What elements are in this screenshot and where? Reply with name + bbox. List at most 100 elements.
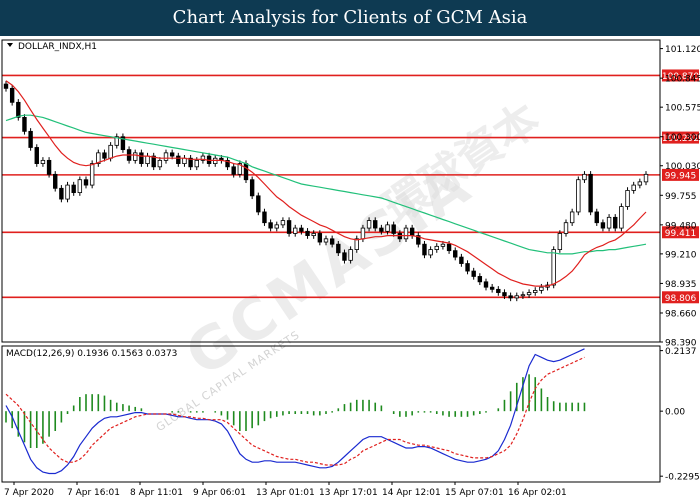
candle-body — [299, 227, 304, 232]
candle-body — [520, 294, 526, 297]
candle-body — [311, 233, 316, 237]
candle-body — [631, 184, 636, 191]
candle-body — [637, 181, 643, 186]
chart-area: GCMASIA環球資本GLOBAL CAPITAL MARKETS 100.87… — [1, 39, 700, 498]
candle-body — [53, 173, 58, 189]
candle-body — [9, 87, 15, 103]
level-label: 99.945 — [665, 171, 697, 181]
candle-body — [576, 179, 581, 213]
candle-body — [563, 222, 569, 234]
candle-body — [348, 249, 353, 261]
candle-body — [502, 292, 507, 297]
x-tick-label: 13 Apr 01:01 — [256, 488, 315, 498]
candle-body — [249, 179, 255, 197]
level-label: 98.806 — [665, 294, 697, 304]
candle-body — [71, 184, 76, 194]
y-tick-label: 99.480 — [665, 221, 697, 231]
candle-body — [526, 292, 532, 296]
x-tick-label: 13 Apr 17:01 — [319, 488, 378, 498]
candle-body — [65, 184, 70, 200]
candle-body — [89, 163, 95, 186]
candle-body — [329, 238, 335, 245]
macd-y-tick-label: -0.2295 — [665, 473, 700, 483]
y-tick-label: 100.030 — [665, 162, 700, 172]
candle-body — [169, 152, 175, 157]
candle-body — [465, 263, 470, 272]
candle-body — [133, 152, 138, 161]
candle-body — [256, 195, 261, 213]
dropdown-triangle-icon — [7, 43, 13, 47]
candle-body — [582, 173, 587, 181]
candle-body — [163, 152, 169, 161]
candle-body — [83, 179, 89, 186]
candle-body — [108, 144, 113, 159]
candle-body — [34, 147, 39, 164]
candle-body — [496, 288, 501, 293]
x-tick-label: 16 Apr 02:01 — [508, 488, 567, 498]
y-tick-label: 99.210 — [665, 250, 697, 260]
candle-body — [557, 233, 563, 250]
candle-body — [231, 166, 236, 175]
candle-body — [268, 222, 273, 229]
candle-body — [600, 222, 606, 229]
candle-body — [336, 243, 341, 254]
candle-body — [274, 224, 279, 229]
candle-body — [606, 216, 612, 229]
y-tick-label: 98.660 — [665, 309, 697, 319]
candle-body — [139, 152, 144, 164]
candle-body — [16, 101, 21, 118]
candle-body — [77, 179, 83, 194]
candle-body — [422, 243, 427, 256]
candle-body — [145, 155, 150, 164]
y-tick-label: 100.845 — [665, 75, 700, 85]
macd-y-tick-label: 0.2137 — [665, 347, 697, 357]
candle-body — [391, 224, 396, 234]
candle-body — [157, 159, 163, 168]
candle-body — [28, 130, 33, 148]
candle-body — [569, 211, 575, 224]
candle-body — [373, 220, 378, 229]
x-tick-label: 9 Apr 06:01 — [193, 488, 246, 498]
candle-body — [194, 159, 199, 168]
candle-body — [305, 230, 310, 237]
candle-body — [619, 206, 624, 229]
candle-body — [489, 286, 495, 290]
candle-body — [385, 224, 390, 232]
candle-body — [40, 159, 46, 164]
candle-body — [594, 211, 599, 224]
y-tick-label: 99.755 — [665, 192, 697, 202]
candle-body — [471, 270, 476, 277]
candle-body — [434, 245, 439, 250]
candle-body — [453, 250, 458, 258]
candle-body — [459, 256, 464, 264]
x-tick-label: 8 Apr 11:01 — [130, 488, 183, 498]
candle-body — [428, 249, 433, 256]
x-tick-label: 14 Apr 12:01 — [382, 488, 441, 498]
candle-body — [533, 290, 538, 293]
candle-body — [440, 243, 446, 247]
candle-body — [342, 252, 347, 261]
candle-body — [59, 187, 64, 200]
candle-body — [539, 286, 544, 291]
y-tick-label: 98.935 — [665, 280, 697, 290]
price-chart-title: DOLLAR_INDX,H1 — [18, 42, 97, 52]
y-tick-label: 100.300 — [665, 133, 700, 143]
candle-body — [613, 216, 618, 229]
macd-chart-title: MACD(12,26,9) 0.1936 0.1563 0.0373 — [6, 349, 177, 359]
candle-body — [483, 281, 489, 288]
candle-body — [46, 159, 52, 175]
candle-body — [409, 227, 415, 237]
x-tick-label: 7 Apr 2020 — [4, 488, 54, 498]
candle-body — [643, 173, 649, 183]
candle-body — [360, 227, 366, 240]
candle-body — [625, 190, 630, 207]
candle-body — [262, 211, 267, 224]
candle-body — [22, 116, 27, 132]
candle-body — [446, 243, 452, 252]
candle-body — [366, 220, 372, 229]
y-tick-label: 101.120 — [665, 45, 700, 55]
x-tick-label: 15 Apr 07:01 — [445, 488, 504, 498]
macd-y-tick-label: 0.00 — [665, 408, 685, 418]
candle-body — [477, 276, 483, 283]
macd-pane-frame — [1, 345, 661, 483]
